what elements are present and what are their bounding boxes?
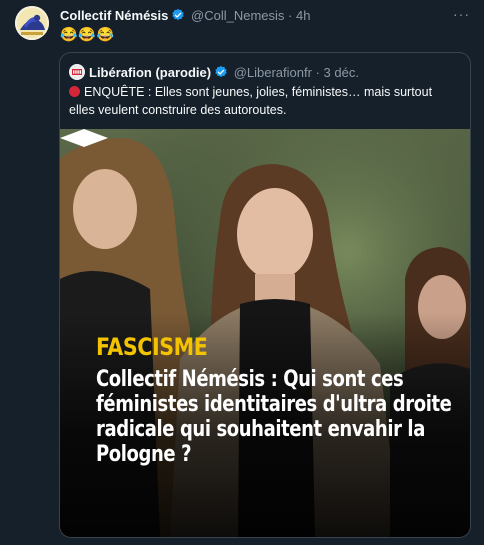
quoted-tweet-text-block: ENQUÊTE : Elles sont jeunes, jolies, fém…: [69, 83, 460, 119]
more-options-icon[interactable]: ···: [453, 6, 470, 22]
author-name[interactable]: Collectif Némésis: [60, 8, 168, 23]
tweet-time[interactable]: 4h: [296, 8, 310, 23]
image-kicker: FASCISME: [96, 333, 208, 361]
tweet-text: 😂😂😂: [60, 26, 116, 42]
avatar-logo-icon: [15, 6, 49, 40]
image-overlay-text: FASCISME Collectif Némésis : Qui sont ce…: [96, 333, 466, 467]
liberation-logo-mark: [60, 129, 108, 147]
red-circle-icon: [69, 86, 80, 97]
quoted-tweet-time[interactable]: 3 déc.: [324, 65, 359, 80]
quoted-author-handle[interactable]: @Liberafionfr: [234, 65, 312, 80]
author-handle[interactable]: @Coll_Nemesis: [191, 8, 284, 23]
author-avatar[interactable]: [15, 6, 49, 40]
separator-dot: ·: [315, 65, 320, 80]
quoted-tweet-image[interactable]: FASCISME Collectif Némésis : Qui sont ce…: [60, 129, 470, 537]
image-headline: Collectif Némésis : Qui sont ces féminis…: [96, 366, 452, 467]
separator-dot: ·: [288, 8, 293, 23]
tweet-header: Collectif Némésis @Coll_Nemesis · 4h: [60, 6, 474, 26]
verified-badge-icon: [214, 65, 228, 85]
tweet[interactable]: Collectif Némésis @Coll_Nemesis · 4h ···…: [0, 0, 484, 545]
quoted-tweet-header: Libérafion (parodie) @Liberafionfr · 3 d…: [69, 63, 462, 83]
quoted-author-avatar[interactable]: [69, 64, 85, 80]
quoted-tweet[interactable]: Libérafion (parodie) @Liberafionfr · 3 d…: [59, 52, 471, 538]
verified-badge-icon: [171, 8, 185, 28]
quoted-tweet-text: ENQUÊTE : Elles sont jeunes, jolies, fém…: [69, 85, 433, 117]
quoted-author-name[interactable]: Libérafion (parodie): [89, 65, 211, 80]
liberation-logo-icon: [69, 64, 85, 80]
